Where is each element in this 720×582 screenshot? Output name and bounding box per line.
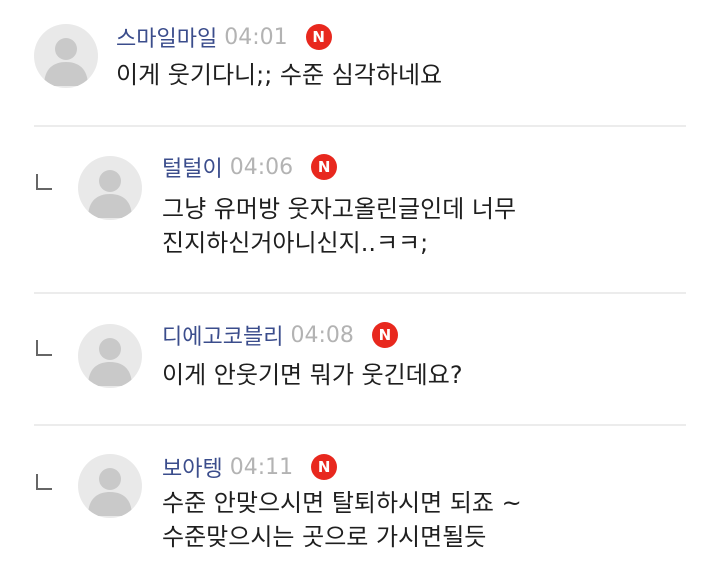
default-profile-icon bbox=[88, 468, 132, 516]
comment-time: 04:08 bbox=[290, 322, 354, 348]
default-profile-icon bbox=[44, 38, 88, 86]
comment-text-line: 그냥 유머방 웃자고올린글인데 너무 bbox=[162, 195, 517, 223]
avatar[interactable] bbox=[78, 454, 142, 518]
new-badge: N bbox=[311, 154, 338, 180]
reply-item: 털털이 04:06 N 그냥 유머방 웃자고올린글인데 너무 진지하신거아니신지… bbox=[0, 126, 720, 294]
comment-meta: 스마일마일 04:01 N bbox=[116, 22, 332, 52]
author-name[interactable]: 디에고코블리 bbox=[162, 319, 283, 351]
comment-meta: 디에고코블리 04:08 N bbox=[162, 320, 398, 350]
author-name[interactable]: 털털이 bbox=[162, 151, 223, 183]
comment-text-line: 진지하신거아니신지..ㅋㅋ; bbox=[162, 229, 429, 257]
comment-time: 04:11 bbox=[229, 454, 294, 480]
comment-text-line: 이게 안웃기면 뭐가 웃긴데요? bbox=[162, 361, 463, 389]
comment-item: 스마일마일 04:01 N 이게 웃기다니;; 수준 심각하네요 bbox=[0, 0, 720, 126]
comment-text: 이게 안웃기면 뭐가 웃긴데요? bbox=[162, 358, 463, 392]
author-name[interactable]: 보아텡 bbox=[162, 451, 223, 483]
reply-arrow-icon bbox=[36, 340, 52, 356]
default-profile-icon bbox=[88, 338, 132, 386]
comment-text-line: 수준 안맞으시면 탈퇴하시면 되죠 ~ bbox=[162, 489, 522, 517]
new-badge: N bbox=[311, 454, 338, 480]
reply-item: 디에고코블리 04:08 N 이게 안웃기면 뭐가 웃긴데요? bbox=[0, 294, 720, 426]
comment-text: 수준 안맞으시면 탈퇴하시면 되죠 ~ 수준맞으시는 곳으로 가시면될듯 bbox=[162, 486, 522, 554]
comment-time: 04:06 bbox=[229, 154, 294, 180]
reply-item: 보아텡 04:11 N 수준 안맞으시면 탈퇴하시면 되죠 ~ 수준맞으시는 곳… bbox=[0, 426, 720, 582]
comment-time: 04:01 bbox=[224, 24, 288, 50]
new-badge: N bbox=[305, 24, 332, 50]
avatar[interactable] bbox=[34, 24, 98, 88]
comment-text: 그냥 유머방 웃자고올린글인데 너무 진지하신거아니신지..ㅋㅋ; bbox=[162, 192, 516, 260]
comment-text-line: 수준맞으시는 곳으로 가시면될듯 bbox=[162, 523, 487, 551]
comment-meta: 보아텡 04:11 N bbox=[162, 451, 338, 483]
avatar[interactable] bbox=[78, 324, 142, 388]
default-profile-icon bbox=[88, 170, 132, 218]
comment-meta: 털털이 04:06 N bbox=[162, 151, 338, 183]
reply-arrow-icon bbox=[36, 474, 52, 490]
author-name[interactable]: 스마일마일 bbox=[116, 21, 217, 53]
comment-text-line: 이게 웃기다니;; 수준 심각하네요 bbox=[116, 61, 443, 89]
comment-text: 이게 웃기다니;; 수준 심각하네요 bbox=[116, 58, 442, 92]
reply-arrow-icon bbox=[36, 174, 52, 190]
new-badge: N bbox=[371, 322, 398, 348]
avatar[interactable] bbox=[78, 156, 142, 220]
